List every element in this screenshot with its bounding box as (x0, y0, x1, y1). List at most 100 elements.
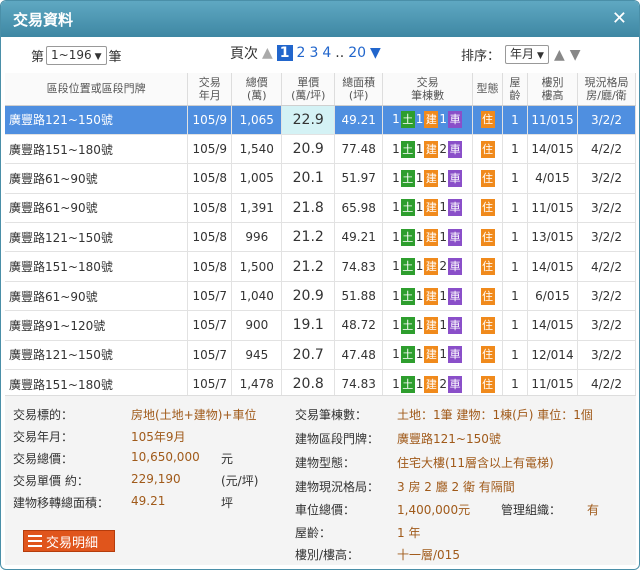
cell-layout: 3/2/2 (577, 310, 637, 341)
residence-badge: 住 (480, 316, 495, 334)
column-header[interactable]: 現況格局 房/廳/衛 (577, 73, 637, 106)
detail-unit-label: 交易單價 約： (13, 474, 89, 488)
cell-total-price: 945 (231, 340, 283, 371)
cell-type: 住 (472, 281, 504, 312)
building-badge: 建 (424, 375, 439, 393)
chevron-down-icon: ▼ (537, 51, 544, 61)
cell-floor: 14/015 (527, 134, 578, 165)
cell-layout: 3/2/2 (577, 222, 637, 253)
land-count: 1 (392, 229, 400, 244)
detail-total-unit: 元 (221, 452, 234, 466)
table-body: 廣豐路121~150號 105/9 1,065 22.9 49.21 1 土 1 建 1 車住 1 11… (5, 105, 637, 400)
detail-count-value: 土地：1筆 建物：1棟(戶) 車位：1個 (397, 408, 593, 422)
cell-age: 1 (502, 251, 528, 282)
land-count: 1 (392, 347, 400, 362)
detail-area-unit: 坪 (221, 496, 234, 510)
cell-area: 49.21 (334, 222, 384, 253)
sort-desc-icon[interactable]: ▼ (570, 47, 581, 63)
cell-total-price: 1,005 (231, 163, 283, 194)
page-link-last[interactable]: 20 (348, 45, 366, 61)
cell-year-month: 105/7 (187, 310, 233, 341)
cell-address: 廣豐路121~150號 (5, 340, 189, 371)
cell-age: 1 (502, 281, 528, 312)
residence-badge: 住 (480, 375, 495, 393)
table-row[interactable]: 廣豐路121~150號 105/9 1,065 22.9 49.21 1 土 1 建 1 車住 1 11… (5, 105, 637, 135)
cell-floor: 11/015 (527, 105, 578, 135)
car-count: 1 (439, 317, 448, 332)
table-row[interactable]: 廣豐路61~90號 105/8 1,005 20.1 51.97 1 土 1 建 1 車住 1 4/01… (5, 163, 637, 194)
residence-badge: 住 (480, 140, 495, 158)
car-count: 2 (439, 376, 448, 391)
sort-asc-icon[interactable]: ▲ (554, 47, 565, 63)
car-badge: 車 (448, 316, 463, 334)
cell-unit-price: 20.1 (281, 163, 336, 194)
cell-year-month: 105/8 (187, 163, 233, 194)
column-header[interactable]: 總面積 (坪) (334, 73, 384, 106)
page-link-current[interactable]: 1 (276, 45, 293, 61)
cell-type: 住 (472, 134, 504, 165)
cell-area: 47.48 (334, 340, 384, 371)
land-count: 1 (392, 259, 400, 274)
prev-page-icon[interactable]: ▲ (262, 45, 273, 61)
table-row[interactable]: 廣豐路151~180號 105/9 1,540 20.9 77.48 1 土 1 建 2 車住 1 14… (5, 134, 637, 165)
table-row[interactable]: 廣豐路121~150號 105/7 945 20.7 47.48 1 土 1 建 1 車住 1 12/0… (5, 340, 637, 371)
detail-layout-value: 3 房 2 廳 2 衛 有隔間 (397, 480, 515, 494)
column-header[interactable]: 樓別 樓高 (527, 73, 578, 106)
column-header[interactable]: 型態 (472, 73, 504, 106)
column-header[interactable]: 單價 (萬/坪) (281, 73, 336, 106)
detail-area-label: 建物移轉總面積： (13, 496, 110, 510)
cell-age: 1 (502, 163, 528, 194)
land-count: 1 (392, 376, 400, 391)
car-badge: 車 (448, 199, 463, 217)
cell-type: 住 (472, 193, 504, 224)
page-link[interactable]: 2 (297, 45, 306, 61)
cell-age: 1 (502, 193, 528, 224)
cell-area: 49.21 (334, 105, 384, 135)
cell-type: 住 (472, 340, 504, 371)
column-header[interactable]: 屋 齡 (502, 73, 528, 106)
cell-area: 65.98 (334, 193, 384, 224)
cell-age: 1 (502, 310, 528, 341)
cell-unit-price: 20.9 (281, 134, 336, 165)
car-count: 1 (439, 170, 448, 185)
cell-type: 住 (472, 310, 504, 341)
cell-address: 廣豐路61~90號 (5, 281, 189, 312)
page-link[interactable]: 3 (309, 45, 318, 61)
column-header[interactable]: 區段位置或區段門牌 (5, 73, 189, 106)
next-page-icon[interactable]: ▼ (370, 45, 381, 61)
cell-floor: 4/015 (527, 163, 578, 194)
detail-target-value: 房地(土地+建物)+車位 (131, 408, 257, 422)
page-link[interactable]: 4 (322, 45, 331, 61)
column-header[interactable]: 交易 筆棟數 (382, 73, 474, 106)
column-header[interactable]: 交易 年月 (187, 73, 233, 106)
table-row[interactable]: 廣豐路151~180號 105/8 1,500 21.2 74.83 1 土 1 建 2 車住 1 14… (5, 251, 637, 282)
transaction-table: 區段位置或區段門牌 交易 年月 總價 (萬) 單價 (萬/坪) 總面積 (坪) 交易 筆棟… (5, 73, 637, 400)
table-row[interactable]: 廣豐路61~90號 105/8 1,391 21.8 65.98 1 土 1 建 1 車住 1 11/0… (5, 193, 637, 224)
residence-badge: 住 (480, 169, 495, 187)
table-row[interactable]: 廣豐路121~150號 105/8 996 21.2 49.21 1 土 1 建 1 車住 1 13/0… (5, 222, 637, 253)
land-badge: 土 (400, 111, 415, 129)
building-count: 1 (415, 259, 424, 274)
transaction-detail-button[interactable]: 交易明細 (23, 530, 115, 552)
record-range-select[interactable]: 1~196 ▼ (46, 46, 107, 65)
table-row[interactable]: 廣豐路61~90號 105/7 1,040 20.9 51.88 1 土 1 建 1 車住 1 6/01… (5, 281, 637, 312)
detail-floor-label: 樓別/樓高： (295, 548, 360, 562)
cell-year-month: 105/9 (187, 134, 233, 165)
pager-label: 頁次 (230, 46, 258, 62)
building-badge: 建 (424, 346, 439, 364)
close-icon[interactable]: ✕ (612, 8, 627, 29)
detail-layout-label: 建物現況格局： (295, 480, 380, 494)
land-count: 1 (392, 317, 400, 332)
sort-label: 排序： (461, 49, 501, 64)
table-row[interactable]: 廣豐路91~120號 105/7 900 19.1 48.72 1 土 1 建 1 車住 1 14/01… (5, 310, 637, 341)
cell-unit-price: 22.9 (281, 105, 336, 135)
column-header[interactable]: 總價 (萬) (231, 73, 283, 106)
sort-select[interactable]: 年月 ▼ (505, 45, 549, 64)
detail-target-label: 交易標的： (13, 408, 74, 422)
residence-badge: 住 (480, 287, 495, 305)
car-count: 1 (439, 229, 448, 244)
detail-type-label: 建物型態： (295, 456, 356, 470)
cell-year-month: 105/7 (187, 340, 233, 371)
cell-address: 廣豐路61~90號 (5, 163, 189, 194)
detail-addr-label: 建物區段門牌： (295, 432, 380, 446)
